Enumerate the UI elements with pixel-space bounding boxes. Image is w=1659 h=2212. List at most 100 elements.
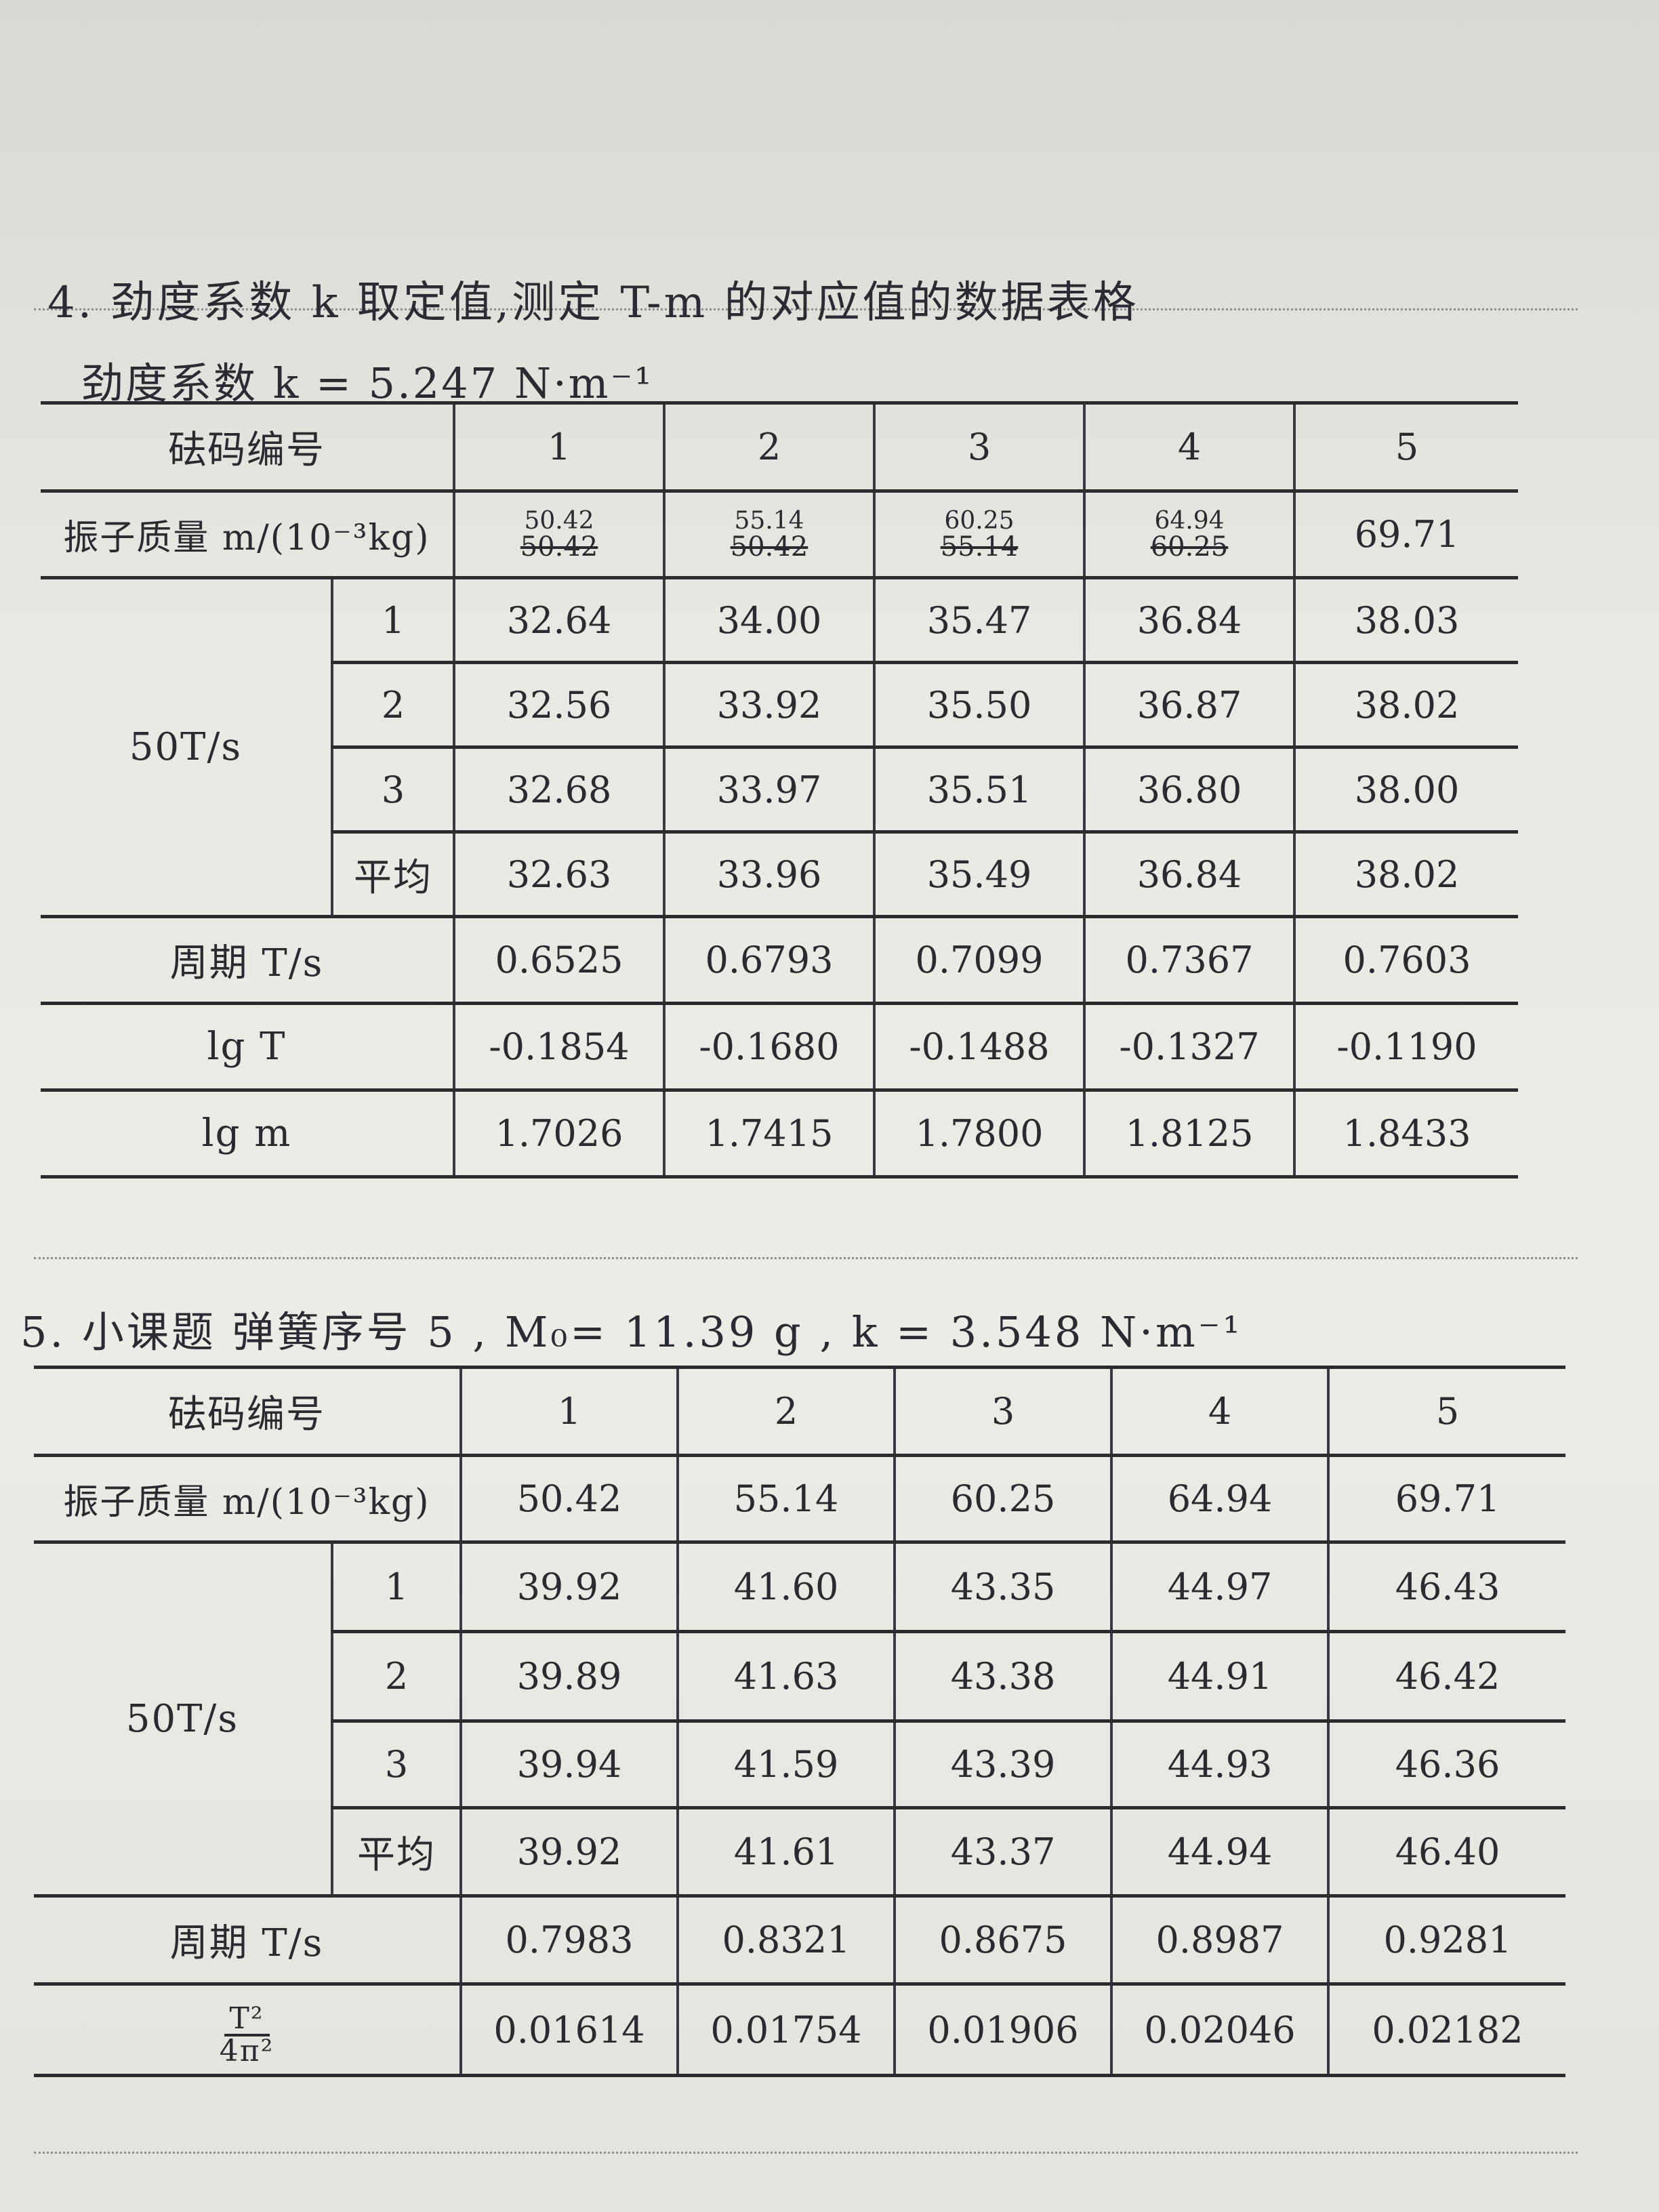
period-cell: 0.7603 [1293, 915, 1518, 1005]
period-cell: 0.7367 [1083, 915, 1296, 1005]
ruled-line [34, 2152, 1578, 2154]
mass-cell: 60.25 55.14 [873, 489, 1086, 579]
data-cell: 35.50 [873, 661, 1086, 749]
mass-cell: 69.71 [1327, 1454, 1565, 1544]
section4-table: 砝码编号 1 2 3 4 5 振子质量 m/(10⁻³kg) 50.42 50.4… [41, 401, 1518, 1179]
lgT-cell: -0.1327 [1083, 1002, 1296, 1092]
ruled-line [34, 1257, 1578, 1259]
lgm-cell: 1.7800 [873, 1088, 1086, 1179]
lgm-label: lg m [41, 1088, 455, 1179]
data-cell: 44.93 [1110, 1719, 1330, 1809]
trial-label-average: 平均 [331, 830, 455, 918]
trial-label: 1 [331, 576, 455, 664]
average-cell: 43.37 [893, 1806, 1113, 1898]
col-header: 4 [1083, 401, 1296, 493]
data-cell: 41.60 [676, 1540, 896, 1633]
fraction: T² 4π² [219, 2003, 274, 2068]
table-row: 周期 T/s 0.6525 0.6793 0.7099 0.7367 0.760… [41, 915, 1518, 1005]
trial-label: 2 [331, 661, 455, 749]
col-header: 1 [453, 401, 665, 493]
data-cell: 39.94 [459, 1719, 679, 1809]
trial-label: 3 [331, 1719, 462, 1809]
average-cell: 32.63 [453, 830, 665, 918]
mass-struck-value: 55.14 [940, 531, 1019, 562]
data-cell: 36.87 [1083, 661, 1296, 749]
data-cell: 41.59 [676, 1719, 896, 1809]
trial-label-average: 平均 [331, 1806, 462, 1898]
time-label: 50T/s [34, 1540, 333, 1898]
trial-label: 1 [331, 1540, 462, 1633]
table-row: 50T/s 1 39.92 41.60 43.35 44.97 46.43 [34, 1540, 1565, 1898]
table-row: T² 4π² 0.01614 0.01754 0.01906 0.02046 0… [34, 1982, 1565, 2077]
mass-struck-value: 50.42 [520, 531, 598, 562]
average-cell: 44.94 [1110, 1806, 1330, 1898]
mass-label: 振子质量 m/(10⁻³kg) [34, 1454, 462, 1544]
lgT-cell: -0.1190 [1293, 1002, 1518, 1092]
data-cell: 36.80 [1083, 745, 1296, 834]
header-label: 砝码编号 [34, 1366, 462, 1457]
mass-value: 50.42 [524, 506, 594, 535]
mass-cell: 64.94 [1110, 1454, 1330, 1544]
mass-cell: 55.14 50.42 [663, 489, 876, 579]
data-cell: 43.35 [893, 1540, 1113, 1633]
average-cell: 39.92 [459, 1806, 679, 1898]
frac-cell: 0.01614 [459, 1982, 679, 2077]
lgm-cell: 1.8125 [1083, 1088, 1296, 1179]
period-cell: 0.6525 [453, 915, 665, 1005]
mass-cell: 50.42 [459, 1454, 679, 1544]
col-header: 5 [1327, 1366, 1565, 1457]
period-cell: 0.7099 [873, 915, 1086, 1005]
table-row: lg T -0.1854 -0.1680 -0.1488 -0.1327 -0.… [41, 1002, 1518, 1092]
notebook-page: 4. 劲度系数 k 取定值,测定 T-m 的对应值的数据表格 劲度系数 k = … [0, 0, 1659, 2212]
mass-value: 60.25 [944, 506, 1015, 535]
table-row: lg m 1.7026 1.7415 1.7800 1.8125 1.8433 [41, 1088, 1518, 1179]
col-header: 5 [1293, 401, 1518, 493]
fraction-numerator: T² [224, 2003, 270, 2036]
mass-cell: 50.42 50.42 [453, 489, 665, 579]
mass-cell: 60.25 [893, 1454, 1113, 1544]
table-row: 振子质量 m/(10⁻³kg) 50.42 55.14 60.25 64.94 … [34, 1454, 1565, 1544]
average-cell: 46.40 [1327, 1806, 1565, 1898]
table-row: 砝码编号 1 2 3 4 5 [34, 1366, 1565, 1457]
data-cell: 44.91 [1110, 1630, 1330, 1723]
table-row: 振子质量 m/(10⁻³kg) 50.42 50.42 55.14 50.42 60… [41, 489, 1518, 579]
lgm-cell: 1.8433 [1293, 1088, 1518, 1179]
data-cell: 36.84 [1083, 576, 1296, 664]
period-cell: 0.7983 [459, 1894, 679, 1986]
mass-struck-value: 60.25 [1150, 531, 1229, 562]
col-header: 3 [893, 1366, 1113, 1457]
fraction-denominator: 4π² [219, 2033, 274, 2068]
lgT-cell: -0.1488 [873, 1002, 1086, 1092]
frac-cell: 0.01754 [676, 1982, 896, 2077]
period-cell: 0.8675 [893, 1894, 1113, 1986]
average-cell: 41.61 [676, 1806, 896, 1898]
col-header: 1 [459, 1366, 679, 1457]
mass-value: 69.71 [1354, 513, 1460, 556]
data-cell: 43.38 [893, 1630, 1113, 1723]
mass-cell: 55.14 [676, 1454, 896, 1544]
header-label: 砝码编号 [41, 401, 455, 493]
trial-label: 3 [331, 745, 455, 834]
average-cell: 33.96 [663, 830, 876, 918]
data-cell: 41.63 [676, 1630, 896, 1723]
data-cell: 32.64 [453, 576, 665, 664]
data-cell: 38.02 [1293, 661, 1518, 749]
data-cell: 38.03 [1293, 576, 1518, 664]
section4-heading: 4. 劲度系数 k 取定值,测定 T-m 的对应值的数据表格 [47, 278, 1139, 328]
table-row: 周期 T/s 0.7983 0.8321 0.8675 0.8987 0.928… [34, 1894, 1565, 1986]
t2-over-4pi2-label: T² 4π² [34, 1982, 462, 2077]
data-cell: 38.00 [1293, 745, 1518, 834]
period-cell: 0.9281 [1327, 1894, 1565, 1986]
mass-label: 振子质量 m/(10⁻³kg) [41, 489, 455, 579]
col-header: 2 [663, 401, 876, 493]
frac-cell: 0.02182 [1327, 1982, 1565, 2077]
period-cell: 0.8987 [1110, 1894, 1330, 1986]
period-label: 周期 T/s [41, 915, 455, 1005]
mass-cell: 69.71 [1293, 489, 1518, 579]
time-label: 50T/s [41, 576, 333, 918]
data-cell: 32.68 [453, 745, 665, 834]
trial-label: 2 [331, 1630, 462, 1723]
average-cell: 36.84 [1083, 830, 1296, 918]
col-header: 3 [873, 401, 1086, 493]
lgT-cell: -0.1854 [453, 1002, 665, 1092]
